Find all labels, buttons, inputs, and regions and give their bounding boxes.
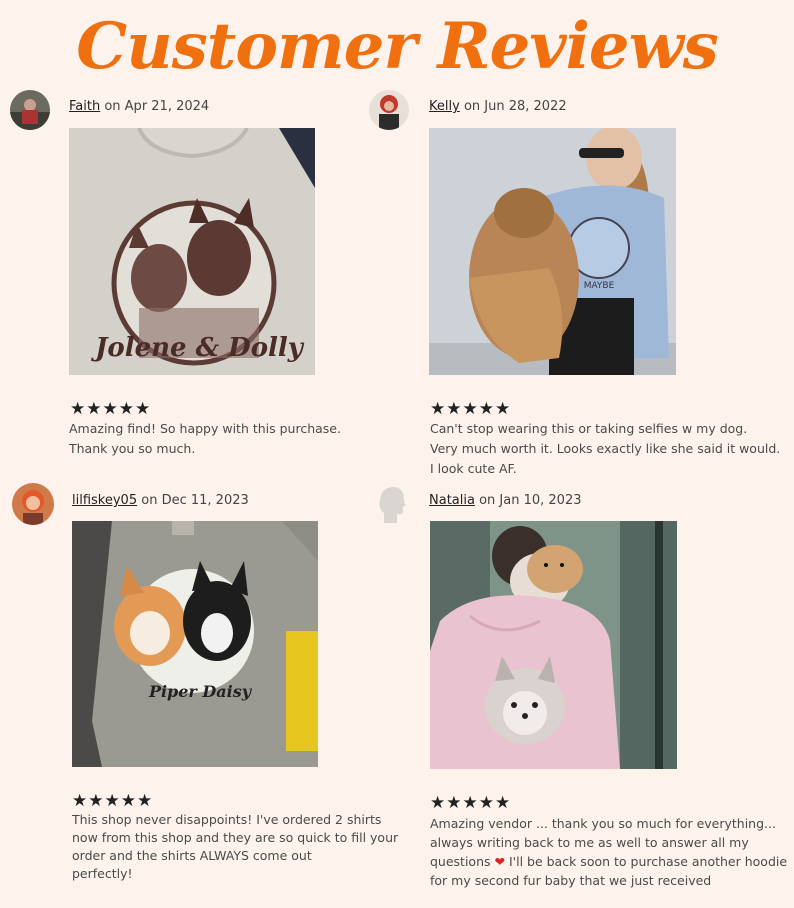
shirt-print-text: Jolene & Dolly	[90, 333, 305, 363]
review-meta: Faith on Apr 21, 2024	[69, 99, 209, 114]
review-text: Amazing vendor ... thank you so much for…	[430, 814, 787, 890]
review-photo[interactable]: MAYBE	[429, 128, 676, 375]
review-meta: lilfiskey05 on Dec 11, 2023	[72, 493, 249, 508]
review-photo[interactable]: Piper Daisy	[72, 521, 318, 767]
star-rating: ★★★★★	[430, 793, 512, 813]
review-meta: Natalia on Jan 10, 2023	[429, 493, 581, 508]
review-text-line: Thank you so much.	[69, 441, 196, 456]
avatar[interactable]	[12, 483, 54, 525]
review-date: on Jan 10, 2023	[479, 493, 582, 508]
review-text: Can't stop wearing this or taking selfie…	[430, 419, 780, 479]
review-text: This shop never disappoints! I've ordere…	[72, 811, 398, 883]
review-text-line: Amazing vendor ... thank you so much for…	[430, 816, 776, 831]
star-rating: ★★★★★	[72, 791, 154, 811]
avatar[interactable]	[369, 90, 409, 130]
review-text-line: Very much worth it. Looks exactly like s…	[430, 441, 781, 456]
review-text-line: order and the shirts ALWAYS come out	[72, 848, 312, 863]
heart-icon: ❤	[494, 854, 505, 869]
review-date: on Dec 11, 2023	[141, 493, 249, 508]
review-text-line: perfectly!	[72, 866, 133, 881]
review-text-line: Amazing find! So happy with this purchas…	[69, 421, 341, 436]
shirt-print-text: Piper Daisy	[148, 682, 253, 701]
review-text-line: This shop never disappoints! I've ordere…	[72, 812, 382, 827]
star-rating: ★★★★★	[70, 399, 152, 419]
review-date: on Jun 28, 2022	[463, 99, 567, 114]
reviewer-name-link[interactable]: Kelly	[429, 99, 460, 114]
reviewer-name-link[interactable]: Faith	[69, 99, 100, 114]
review-text-fragment: questions	[430, 854, 491, 869]
review-text: Amazing find! So happy with this purchas…	[69, 419, 341, 459]
review-text-line: always writing back to me as well to ans…	[430, 835, 749, 850]
review-text-line: questions ❤ I'll be back soon to purchas…	[430, 852, 787, 871]
reviewer-name-link[interactable]: lilfiskey05	[72, 493, 137, 508]
review-text-line: for my second fur baby that we just rece…	[430, 873, 712, 888]
review-date: on Apr 21, 2024	[104, 99, 210, 114]
avatar[interactable]	[10, 90, 50, 130]
review-meta: Kelly on Jun 28, 2022	[429, 99, 567, 114]
review-text-line: Can't stop wearing this or taking selfie…	[430, 421, 748, 436]
star-rating: ★★★★★	[430, 399, 512, 419]
review-photo[interactable]	[430, 521, 677, 769]
reviewer-name-link[interactable]: Natalia	[429, 493, 475, 508]
shirt-print-text: MAYBE	[584, 281, 615, 291]
review-text-line: now from this shop and they are so quick…	[72, 830, 399, 845]
review-photo[interactable]: Jolene & Dolly	[69, 128, 315, 375]
default-avatar-icon[interactable]	[372, 483, 412, 525]
review-text-fragment: I'll be back soon to purchase another ho…	[508, 854, 788, 869]
review-text-line: I look cute AF.	[430, 461, 517, 476]
page-title: Customer Reviews	[76, 9, 718, 84]
